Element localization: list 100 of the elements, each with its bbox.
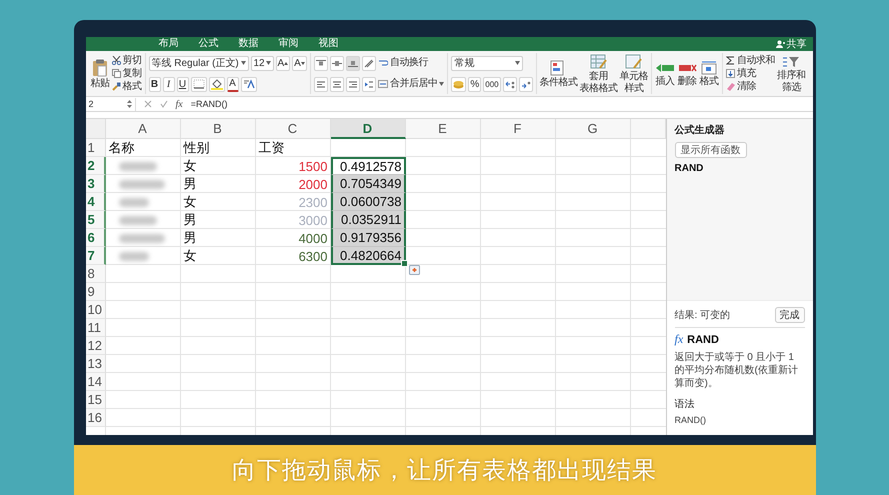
row-header[interactable]: 7 [86,247,106,265]
row-header[interactable]: 13 [86,355,106,373]
row-header[interactable]: 4 [86,193,106,211]
grow-font-button[interactable]: A [276,56,290,70]
formula-text[interactable]: =RAND() [190,99,228,109]
selected-cell[interactable]: 0.4912578 [330,157,406,175]
caret-icon [439,82,444,86]
sort-filter-button[interactable]: 排序和 筛选 [777,54,806,92]
phonetic-button[interactable] [240,76,256,92]
selected-cell[interactable]: 0.0352911 [330,211,406,229]
show-all-functions-button[interactable]: 显示所有函数 [674,142,746,158]
fill-color-button[interactable] [208,76,224,92]
column-header[interactable]: D [330,119,406,139]
bold-button[interactable]: B [148,76,160,92]
clear-button[interactable]: 清除 [726,80,776,92]
panel-title: 公式生成器 [674,124,726,137]
indent-icon [364,80,374,88]
quick-analysis-icon [408,265,420,275]
shrink-font-button[interactable]: A [292,56,307,70]
wrap-text-button[interactable]: 自动换行 [378,57,444,69]
select-all-corner[interactable] [86,119,106,139]
row-header[interactable]: 9 [86,283,106,301]
cells-button[interactable]: 删除 [677,60,698,86]
paste-button[interactable]: 粘贴 [90,58,110,88]
horizontal-align-button[interactable] [330,76,344,92]
column-header[interactable]: C [256,119,330,139]
percent-button[interactable]: % [468,76,482,92]
share-button[interactable]: 共享 [776,37,806,51]
styles-button[interactable]: 单元格 样式 [620,54,648,94]
underline-button[interactable]: U [176,76,188,92]
row-header[interactable]: 14 [86,373,106,391]
autosum-button[interactable]: 自动求和 [726,54,776,66]
table-cell-text: 性别 [182,139,210,157]
column-header[interactable]: G [556,119,630,139]
stepper-icon [126,100,132,108]
selected-cell[interactable]: 0.7054349 [330,175,406,193]
row-header[interactable]: 8 [86,265,106,283]
ribbon-tab[interactable]: 公式 [196,37,222,51]
row-header[interactable]: 2 [86,157,106,175]
merge-center-button[interactable]: 合并后居中 [378,78,444,90]
thousands-button[interactable]: 000 [483,76,501,92]
caret-icon [266,61,270,65]
table-cell-text: 女 [182,247,198,265]
column-header[interactable]: B [180,119,256,139]
row-header[interactable]: 10 [86,301,106,319]
number-format-dropdown[interactable]: 常规 [451,56,524,70]
selected-cell[interactable]: 0.9179356 [330,229,406,247]
table-cell-text: 女 [182,157,198,175]
table-cell-text: 6300 [298,248,328,265]
cell-style-icon [624,54,643,70]
name-box[interactable]: 2 [86,98,136,110]
increase-decimal-button[interactable] [502,76,517,92]
font-color-button[interactable]: A [226,76,238,92]
styles-button[interactable]: 套用 表格格式 [580,54,618,94]
cells-button[interactable]: 格式 [699,60,720,86]
ribbon-tab[interactable]: 视图 [316,37,342,51]
done-button[interactable]: 完成 [774,307,804,323]
row-header[interactable]: 11 [86,319,106,337]
cut-button[interactable]: 剪切 [112,54,142,66]
table-cell-text: 男 [182,211,198,229]
align-bottom-icon [348,60,358,66]
fill-button[interactable]: 填充 [726,68,776,80]
selected-cell[interactable]: 0.4820664 [330,247,406,265]
italic-button[interactable]: I [162,76,174,92]
row-header[interactable]: 12 [86,337,106,355]
row-header[interactable]: 16 [86,409,106,427]
decrease-decimal-button[interactable] [518,76,533,92]
font-size-dropdown[interactable]: 12 [250,56,274,70]
table-cell-text: 3000 [298,212,328,229]
cells-button[interactable]: 插入 [655,60,676,86]
align-center-icon [332,80,342,88]
vertical-align-button[interactable] [346,56,360,70]
borders-button[interactable] [190,76,206,92]
fill-handle[interactable] [400,260,408,267]
insert-function-button[interactable]: fx [176,98,183,110]
font-name-dropdown[interactable]: 等线 Regular (正文) [148,56,248,70]
column-header[interactable]: E [406,119,480,139]
format-painter-button[interactable]: 格式 [112,80,142,92]
phonetic-icon [242,79,254,89]
row-header[interactable]: 6 [86,229,106,247]
copy-button[interactable]: 复制 [112,68,142,80]
ribbon-tab[interactable]: 数据 [236,37,262,51]
horizontal-align-button[interactable] [346,76,360,92]
syntax-text: RAND() [674,415,707,425]
selected-cell[interactable]: 0.0600738 [330,193,406,211]
checkmark-icon [160,100,168,108]
column-header[interactable]: F [480,119,556,139]
ribbon-tab[interactable]: 布局 [156,37,182,51]
column-header[interactable]: A [106,119,180,139]
styles-button[interactable]: 条件格式 [540,60,578,88]
row-header[interactable]: 1 [86,139,106,157]
indent-button[interactable] [362,76,376,92]
row-header[interactable]: 5 [86,211,106,229]
row-header[interactable]: 15 [86,391,106,409]
ribbon-tab[interactable]: 审阅 [276,37,302,51]
vertical-align-button[interactable] [330,56,344,70]
horizontal-align-button[interactable] [314,76,328,92]
orientation-button[interactable] [362,56,376,70]
vertical-align-button[interactable] [314,56,328,70]
row-header[interactable]: 3 [86,175,106,193]
